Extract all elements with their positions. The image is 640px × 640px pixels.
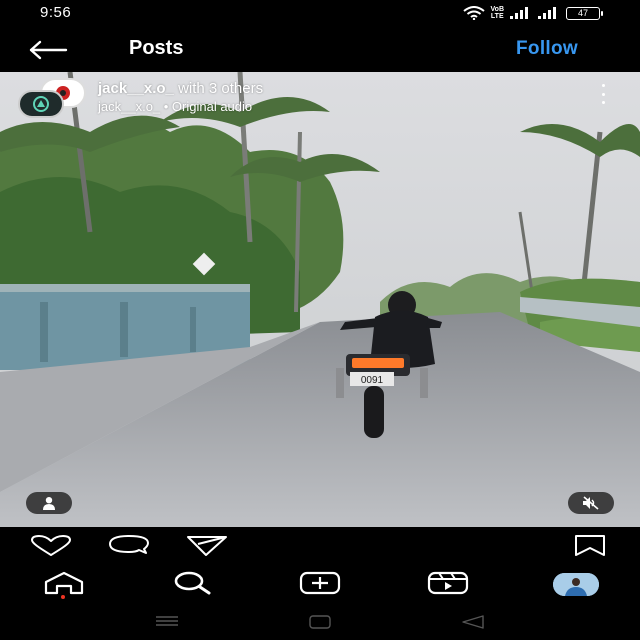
- signal-icon-1: [510, 7, 528, 19]
- speaker-muted-icon: [583, 496, 599, 510]
- signal-icon-2: [538, 7, 556, 19]
- back-triangle-icon[interactable]: [461, 615, 485, 629]
- profile-avatar[interactable]: [553, 573, 599, 596]
- avatar: [18, 90, 64, 118]
- post-meta: jack__x.o_ with 3 others jack__x.o_ • Or…: [18, 78, 618, 118]
- tagged-people-button[interactable]: [26, 492, 72, 514]
- post-actions: [0, 527, 640, 565]
- send-icon[interactable]: [186, 535, 228, 557]
- battery-indicator: 47: [566, 6, 603, 20]
- video-frame: 0091: [0, 72, 640, 527]
- reels-icon[interactable]: [427, 571, 469, 595]
- status-icons: VoB LTE 47: [462, 6, 603, 20]
- system-navigation: [0, 605, 640, 640]
- more-vertical-dot: [601, 101, 605, 104]
- collaborators: with 3 others: [173, 80, 264, 97]
- menu-icon[interactable]: [155, 615, 179, 627]
- username: jack__x.o_: [98, 80, 174, 97]
- home-icon[interactable]: [43, 571, 85, 595]
- bottom-navigation: [0, 565, 640, 605]
- status-bar: 9:56 VoB LTE 47: [0, 0, 640, 28]
- home-square-icon[interactable]: [309, 615, 331, 629]
- header: Posts Follow: [0, 28, 640, 72]
- search-icon[interactable]: [171, 571, 213, 595]
- follow-button[interactable]: Follow: [516, 38, 578, 60]
- back-button[interactable]: [28, 38, 72, 62]
- audio-info[interactable]: jack__x.o_ • Original audio: [98, 99, 252, 114]
- person-icon: [43, 497, 55, 510]
- volte-badge: VoB LTE: [491, 6, 504, 20]
- more-vertical-icon: [601, 84, 605, 87]
- add-icon[interactable]: [299, 571, 341, 595]
- comment-icon[interactable]: [108, 535, 150, 557]
- mute-button[interactable]: [568, 492, 614, 514]
- page-title: Posts: [129, 37, 184, 59]
- bookmark-icon[interactable]: [573, 535, 607, 557]
- volte-line1: VoB: [490, 6, 504, 13]
- more-vertical-dot: [601, 92, 605, 96]
- license-plate: 0091: [361, 375, 384, 386]
- post-media[interactable]: 0091 jack__x.o_ with 3 others jack__x.o_…: [0, 72, 640, 527]
- notification-dot: [61, 595, 65, 599]
- more-options-button[interactable]: [598, 84, 608, 104]
- post-author[interactable]: jack__x.o_ with 3 others: [98, 80, 263, 97]
- wifi-icon: [462, 6, 485, 20]
- status-time: 9:56: [40, 4, 72, 21]
- avatar: [553, 573, 599, 596]
- heart-icon[interactable]: [30, 535, 72, 557]
- collab-avatars[interactable]: [18, 78, 88, 118]
- arrow-left-icon: [29, 40, 68, 60]
- volte-line2: LTE: [490, 13, 504, 20]
